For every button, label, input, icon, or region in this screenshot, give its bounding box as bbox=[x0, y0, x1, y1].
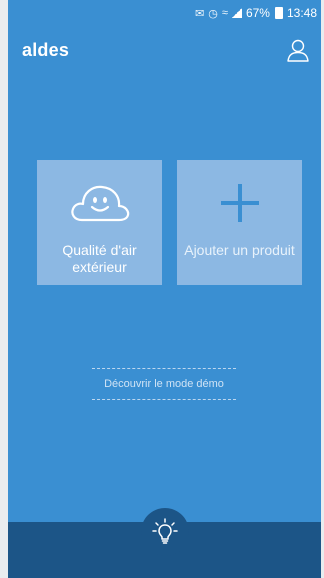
aldes-logo: aldes bbox=[22, 40, 70, 60]
add-product-tile[interactable]: Ajouter un produit bbox=[177, 160, 302, 285]
lightbulb-icon bbox=[152, 518, 178, 544]
app-header: aldes bbox=[8, 34, 321, 74]
outdoor-air-quality-label: Qualité d'air extérieur bbox=[62, 242, 137, 275]
user-account-button[interactable] bbox=[285, 38, 311, 64]
app-screen: ✉ ◷ ≈ 67% 13:48 aldes Qualité d'air exté… bbox=[8, 0, 321, 578]
plus-icon bbox=[220, 184, 259, 222]
device-frame: ✉ ◷ ≈ 67% 13:48 aldes Qualité d'air exté… bbox=[0, 0, 324, 578]
tile-icon-wrap bbox=[177, 178, 302, 228]
add-product-label: Ajouter un produit bbox=[184, 242, 295, 258]
smiling-cloud-icon bbox=[70, 185, 129, 222]
lightbulb-button[interactable] bbox=[141, 508, 189, 556]
demo-mode-label: Découvrir le mode démo bbox=[104, 378, 224, 390]
battery-percent: 67% bbox=[245, 6, 270, 20]
status-icons: ✉ ◷ ≈ 67% 13:48 bbox=[195, 6, 317, 20]
tile-icon-wrap bbox=[37, 178, 162, 228]
divider-bottom bbox=[92, 399, 236, 400]
battery-icon bbox=[274, 7, 283, 19]
demo-mode-link[interactable]: Découvrir le mode démo bbox=[84, 368, 244, 400]
status-time: 13:48 bbox=[286, 6, 317, 20]
notification-icon: ✉ bbox=[195, 7, 205, 20]
status-bar: ✉ ◷ ≈ 67% 13:48 bbox=[8, 0, 321, 24]
user-icon bbox=[287, 39, 309, 62]
wifi-icon: ≈ bbox=[221, 7, 228, 19]
alarm-icon: ◷ bbox=[208, 7, 218, 20]
divider-top bbox=[92, 368, 236, 369]
outdoor-air-quality-tile[interactable]: Qualité d'air extérieur bbox=[37, 160, 162, 285]
signal-icon bbox=[231, 8, 242, 18]
